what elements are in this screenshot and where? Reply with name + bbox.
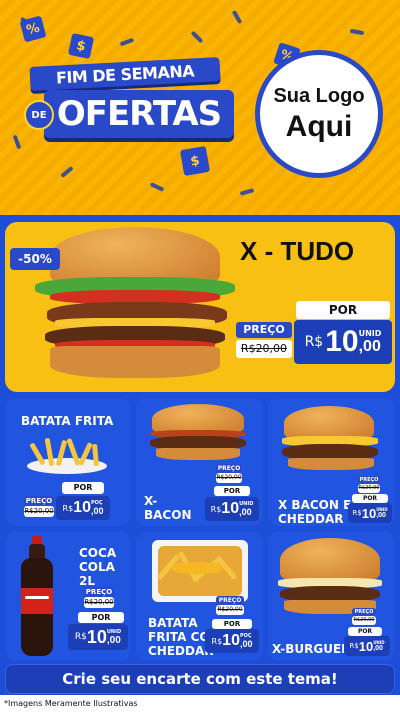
create-flyer-button[interactable]: Crie seu encarte com este tema!	[5, 664, 395, 694]
confetti	[349, 28, 365, 36]
new-price: R$ 10 UNID ,00	[344, 636, 390, 656]
hero-old-price: R$20,00	[236, 340, 292, 358]
preco-label: PREÇO	[358, 476, 380, 484]
product-name-line-1: X BACON E	[278, 498, 352, 512]
confetti	[190, 30, 204, 44]
dollar-cube-icon: $	[179, 145, 211, 177]
new-price: R$ 10 POÇ ,00	[205, 629, 259, 653]
por-label: POR	[348, 627, 382, 636]
old-price: R$20,00	[358, 484, 380, 493]
preco-label: PREÇO	[84, 587, 114, 597]
product-name-line-2: COLA 2L	[79, 560, 115, 588]
price-int: 10	[221, 500, 240, 517]
preco-label: PREÇO	[216, 596, 244, 605]
new-price: R$ 10 UNID ,00	[205, 497, 259, 521]
new-price: R$ 10 UNID ,00	[68, 624, 128, 650]
price-dec: ,00	[90, 506, 104, 516]
confetti	[239, 188, 255, 196]
price-int: 10	[358, 638, 374, 654]
confetti	[60, 165, 74, 179]
currency: R$	[210, 504, 222, 514]
product-name-line-1: X-	[144, 494, 158, 508]
currency: R$	[304, 334, 324, 350]
unit-label: UNID	[358, 328, 382, 338]
por-label: POR	[62, 482, 104, 494]
product-name: X- BACON	[144, 494, 194, 522]
price-dec: ,00	[106, 634, 121, 646]
preco-label: PREÇO	[24, 496, 54, 506]
price-dec: ,00	[239, 639, 253, 649]
price-dec: ,00	[373, 645, 383, 652]
currency: R$	[352, 509, 362, 517]
confetti	[12, 134, 22, 150]
por-label: POR	[78, 612, 124, 623]
price-int: 10	[361, 505, 377, 521]
currency: R$	[62, 503, 74, 513]
percent-cube-icon: %	[19, 15, 47, 43]
logo-line-1: Sua Logo	[273, 84, 365, 107]
product-name: BATATA FRITA	[21, 414, 114, 428]
hero-title: X - TUDO	[240, 236, 355, 266]
price-int: 10	[325, 325, 359, 358]
currency: R$	[349, 642, 359, 650]
price-int: 10	[73, 499, 91, 516]
por-label: POR	[212, 619, 252, 629]
header-banner: % $ % $ FIM DE SEMANA OFERTAS DE Sua Log…	[0, 0, 400, 215]
product-name: X BACON E CHEDDAR	[278, 498, 358, 526]
logo-placeholder[interactable]: Sua Logo Aqui	[255, 50, 383, 178]
old-price: R$20,00	[216, 605, 244, 615]
preco-label: PREÇO	[352, 608, 376, 616]
price-dec: ,00	[239, 507, 252, 517]
hero-preco-label: PREÇO	[236, 322, 292, 338]
hero-por-label: POR	[296, 301, 390, 319]
confetti	[149, 182, 165, 192]
price-int: 10	[86, 626, 107, 647]
old-price: R$20,00	[216, 473, 242, 483]
price-dec: ,00	[358, 337, 381, 355]
footnote: *Imagens Meramente Ilustrativas	[4, 699, 138, 708]
currency: R$	[74, 632, 87, 642]
dollar-cube-icon: $	[67, 32, 95, 60]
por-label: POR	[214, 486, 250, 496]
new-price: R$ 10 UNID ,00	[348, 503, 392, 523]
headline-ofertas: OFERTAS	[44, 90, 234, 138]
hero-new-price: R$ 10 UNID ,00	[294, 320, 392, 364]
price-int: 10	[222, 632, 240, 649]
new-price: R$ 10 POÇ ,00	[56, 496, 110, 520]
confetti	[231, 9, 243, 25]
headline-de-badge: DE	[24, 100, 54, 130]
headline-fim-de-semana: FIM DE SEMANA	[29, 57, 221, 91]
por-label: POR	[352, 494, 388, 503]
confetti	[119, 37, 135, 47]
preco-label: PREÇO	[216, 464, 242, 473]
product-name-line-1: COCA	[79, 546, 117, 560]
product-name-line-2: BACON	[144, 508, 192, 522]
product-name-line-2: CHEDDAR	[278, 512, 344, 526]
discount-badge: -50%	[10, 248, 60, 270]
old-price: R$20,00	[352, 616, 376, 625]
product-name: COCA COLA 2L	[79, 546, 131, 588]
old-price: R$20,00	[84, 597, 114, 608]
old-price: R$20,00	[24, 506, 54, 517]
currency: R$	[211, 636, 223, 646]
price-dec: ,00	[376, 512, 386, 519]
logo-line-2: Aqui	[285, 109, 353, 143]
